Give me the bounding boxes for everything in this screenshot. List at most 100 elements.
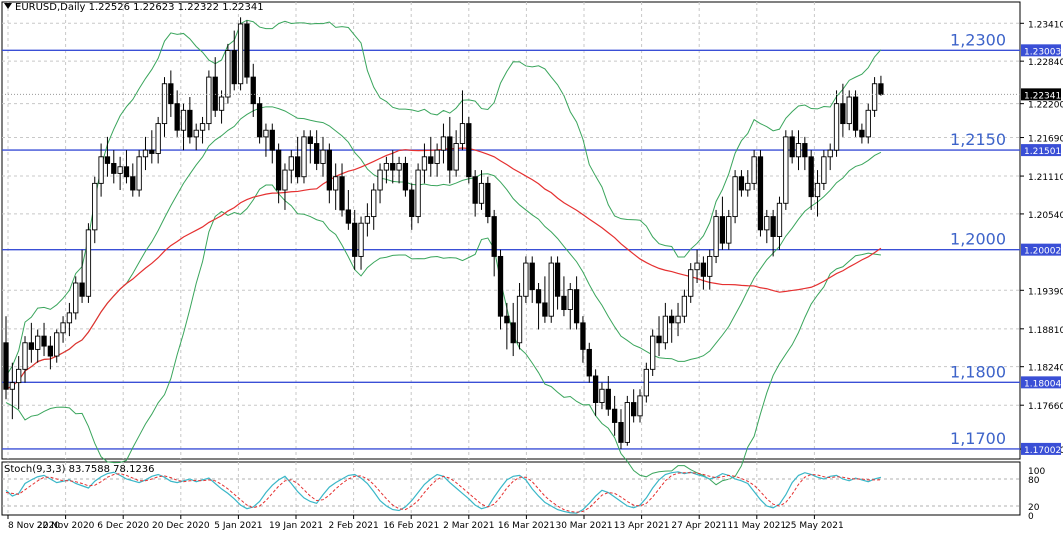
candle-body: [269, 129, 275, 151]
candle-body: [104, 156, 111, 164]
candle-body: [22, 342, 28, 370]
candle-body: [497, 255, 504, 317]
candle-body: [307, 136, 313, 144]
candle-body: [199, 123, 206, 131]
candle-body: [428, 156, 434, 164]
level-label: 1,1700: [950, 429, 1006, 448]
candle-body: [757, 156, 764, 231]
candle: [301, 130, 307, 184]
x-tick-label: 13 Apr 2021: [614, 521, 670, 531]
x-tick-label: 25 May 2021: [785, 521, 844, 531]
candle-body: [47, 345, 54, 357]
candle-body: [516, 295, 523, 344]
candle-body: [592, 375, 599, 403]
candle-body: [263, 129, 269, 138]
candle: [783, 130, 789, 210]
level-price-tag-text: 1.18004: [1024, 379, 1061, 389]
y-tick-label: 1.21110: [1028, 173, 1063, 183]
candle-body: [738, 176, 745, 191]
candle-body: [421, 156, 428, 171]
candle-body: [117, 166, 123, 174]
candle-body: [688, 269, 694, 297]
candle: [757, 150, 764, 237]
candle-body: [155, 123, 161, 154]
y-tick-label: 1.22200: [1028, 101, 1063, 111]
candle: [415, 163, 421, 224]
chart-canvas[interactable]: 1,2300 1,2150 1,2000 1,1800 1,1700 1.23410 1.2…: [0, 0, 1063, 534]
stochastic-y-tick-label: 0: [1028, 512, 1034, 522]
candle: [85, 223, 92, 303]
y-tick-label: 1.18240: [1028, 364, 1063, 374]
candle-body: [726, 216, 732, 244]
candle-body: [339, 176, 345, 211]
y-tick-label: 1.23410: [1028, 20, 1063, 30]
candle-body: [871, 83, 878, 111]
candle-body: [650, 335, 656, 370]
candle-body: [656, 335, 662, 344]
candle-body: [111, 162, 117, 174]
stochastic-label: Stoch(9,3,3) 83.7588 78.1236: [4, 464, 155, 475]
x-tick-label: 16 Mar 2021: [498, 521, 555, 531]
x-tick-label: 11 May 2021: [727, 521, 786, 531]
candle-body: [510, 322, 516, 344]
symbol-header: EURUSD,Daily 1.22526 1.22623 1.22322 1.2…: [4, 2, 264, 13]
candle-body: [212, 76, 218, 111]
candle: [237, 17, 244, 91]
candle: [713, 209, 719, 264]
x-tick-label: 16 Feb 2021: [383, 521, 439, 531]
x-tick-label: 30 Mar 2021: [555, 521, 612, 531]
candle-body: [573, 289, 580, 324]
candle: [244, 20, 250, 84]
candle-body: [35, 335, 41, 350]
candle-body: [491, 216, 497, 257]
candle-body: [814, 182, 821, 198]
candle: [523, 256, 529, 303]
candle-body: [694, 262, 700, 271]
candle-body: [624, 402, 630, 443]
candle-body: [535, 289, 542, 304]
y-tick-label: 1.17660: [1028, 402, 1063, 412]
candle-body: [294, 156, 301, 178]
candle-body: [440, 136, 447, 151]
candle-body: [770, 216, 776, 237]
candle-body: [415, 169, 421, 218]
candle-body: [485, 182, 491, 218]
candle-body: [352, 222, 358, 257]
candle-body: [859, 129, 865, 138]
candle: [73, 276, 79, 320]
candle-body: [523, 262, 529, 297]
y-tick-label: 1.19390: [1028, 287, 1063, 297]
candle-body: [130, 176, 136, 191]
candle-body: [98, 156, 104, 184]
candle-body: [73, 282, 79, 314]
y-tick-label: 1.20540: [1028, 211, 1063, 221]
candle-body: [168, 83, 174, 105]
candle-body: [669, 315, 675, 324]
candle-body: [504, 315, 510, 324]
candle-body: [745, 182, 751, 191]
level-label: 1,2300: [950, 30, 1006, 49]
candle-body: [643, 368, 649, 397]
candle-body: [396, 162, 402, 171]
dropdown-triangle-icon[interactable]: [4, 3, 12, 9]
x-tick-label: 20 Dec 2020: [152, 521, 210, 531]
candle-body: [218, 96, 225, 111]
candle-body: [466, 123, 472, 178]
candle-body: [193, 129, 199, 138]
candle-body: [149, 149, 155, 154]
candle-body: [459, 123, 466, 144]
candle-body: [713, 216, 719, 257]
candle-body: [256, 103, 263, 138]
candle-body: [808, 156, 814, 198]
candle-body: [136, 156, 142, 191]
candle-body: [409, 189, 415, 218]
candle: [650, 329, 656, 376]
candle-body: [333, 176, 339, 191]
candle-body: [390, 162, 396, 171]
chart-window: 1,2300 1,2150 1,2000 1,1800 1,1700 1.23410 1.2…: [0, 0, 1063, 534]
candle-body: [700, 262, 707, 277]
candle-body: [383, 162, 390, 171]
level-label: 1,1800: [950, 362, 1006, 381]
candle-body: [529, 262, 535, 291]
candle-body: [675, 315, 681, 324]
